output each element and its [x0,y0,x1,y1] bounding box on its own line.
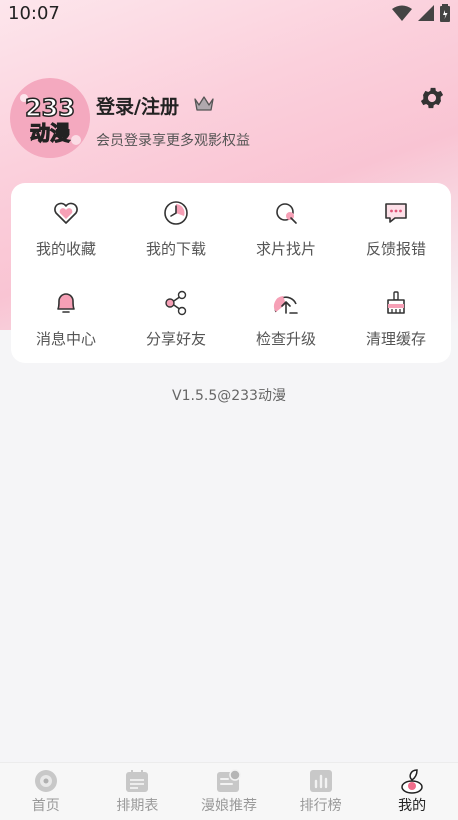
app-logo-icon: 233 动漫 [10,78,90,158]
download-clock-icon [164,200,188,225]
ranking-icon [309,769,332,792]
menu-label: 求片找片 [255,239,316,258]
profile-section: 233 动漫 登录/注册 会员登录享更多观影权益 [10,78,448,158]
heart-icon [54,202,78,224]
version-text: V1.5.5@233动漫 [172,388,286,404]
menu-item-messages[interactable]: 消息中心 [11,273,121,363]
profile-icon [401,768,423,794]
menu-item-request[interactable]: 求片找片 [231,183,341,273]
wifi-icon [392,5,412,21]
tab-label: 首页 [31,797,60,814]
menu-label: 清理缓存 [365,329,426,348]
crown-icon [194,96,214,111]
search-film-icon [276,202,297,224]
avatar[interactable]: 233 动漫 [10,78,90,158]
menu-label: 分享好友 [145,329,206,348]
tab-schedule[interactable]: 排期表 [92,763,184,820]
upgrade-icon [273,295,298,314]
status-time: 10:07 [8,2,60,24]
tab-label: 我的 [398,797,427,814]
login-register-link[interactable]: 登录/注册 [96,92,179,119]
tab-label: 排行榜 [299,797,342,814]
battery-icon [440,4,450,22]
tab-mine[interactable]: 我的 [366,763,458,820]
menu-label: 我的收藏 [35,239,96,258]
feedback-icon [385,202,407,223]
bell-icon [57,292,75,313]
gear-icon[interactable] [418,84,446,112]
status-bar: 10:07 [0,0,458,26]
tab-home[interactable]: 首页 [0,763,92,820]
menu-item-feedback[interactable]: 反馈报错 [341,183,451,273]
status-icons [392,4,450,22]
menu-item-clear-cache[interactable]: 清理缓存 [341,273,451,363]
tab-label: 排期表 [116,797,159,814]
tab-label: 漫娘推荐 [200,797,257,814]
menu-item-favorites[interactable]: 我的收藏 [11,183,121,273]
recommend-icon [216,768,241,792]
function-menu-card: 我的收藏 我的下载 求片找片 反馈报错 消息中心 分享好友 检查升级 清理缓存 [11,183,451,363]
menu-item-upgrade[interactable]: 检查升级 [231,273,341,363]
home-icon [34,769,57,792]
tab-recommend[interactable]: 漫娘推荐 [183,763,275,820]
menu-label: 检查升级 [255,329,316,348]
menu-item-share[interactable]: 分享好友 [121,273,231,363]
svg-text:动漫: 动漫 [30,121,71,145]
broom-icon [387,290,405,314]
svg-text:233: 233 [25,94,75,122]
signal-icon [418,5,434,21]
share-icon [165,290,187,315]
menu-item-downloads[interactable]: 我的下载 [121,183,231,273]
menu-label: 我的下载 [145,239,206,258]
login-subtitle: 会员登录享更多观影权益 [96,133,250,149]
menu-label: 反馈报错 [365,239,426,258]
calendar-icon [126,769,149,792]
bottom-tab-bar: 首页 排期表 漫娘推荐 排行榜 我的 [0,762,458,820]
tab-ranking[interactable]: 排行榜 [275,763,367,820]
menu-label: 消息中心 [35,329,96,348]
